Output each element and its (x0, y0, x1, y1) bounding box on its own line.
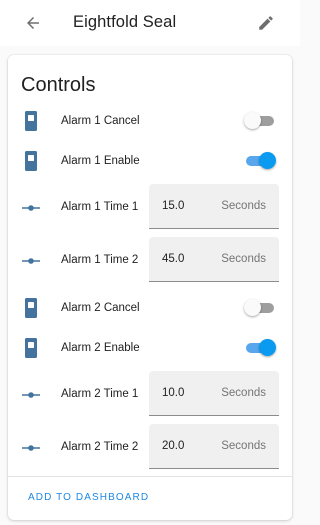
row-label: Alarm 2 Time 1 (61, 388, 139, 400)
edit-button[interactable] (253, 11, 279, 35)
slider-icon (21, 198, 41, 218)
alarm-2-enable-toggle[interactable] (244, 338, 276, 358)
row-label: Alarm 1 Time 2 (61, 254, 139, 266)
row-label: Alarm 1 Time 1 (61, 201, 139, 213)
card-divider (8, 476, 292, 477)
number-row-alarm-2-time-2: Alarm 2 Time 2 20.0 Seconds (8, 424, 292, 471)
number-row-alarm-1-time-1: Alarm 1 Time 1 15.0 Seconds (8, 184, 292, 231)
switch-row-alarm-2-cancel: Alarm 2 Cancel (8, 295, 292, 321)
slider-icon (21, 385, 41, 405)
top-app-bar: Eightfold Seal (0, 0, 300, 46)
switch-row-alarm-1-cancel: Alarm 1 Cancel (8, 108, 292, 134)
number-row-alarm-2-time-1: Alarm 2 Time 1 10.0 Seconds (8, 371, 292, 418)
door-switch-icon (21, 338, 41, 358)
number-row-alarm-1-time-2: Alarm 1 Time 2 45.0 Seconds (8, 237, 292, 284)
switch-row-alarm-1-enable: Alarm 1 Enable (8, 148, 292, 174)
input-value: 45.0 (162, 253, 185, 265)
row-label: Alarm 2 Time 2 (61, 441, 139, 453)
back-button[interactable] (20, 11, 46, 35)
door-switch-icon (21, 111, 41, 131)
toggle-thumb (244, 112, 261, 129)
unit-label: Seconds (221, 387, 266, 399)
toggle-thumb (259, 339, 276, 356)
alarm-1-time-1-input[interactable]: 15.0 Seconds (149, 184, 279, 229)
alarm-1-enable-toggle[interactable] (244, 151, 276, 171)
toggle-thumb (244, 299, 261, 316)
unit-label: Seconds (221, 440, 266, 452)
slider-icon (21, 251, 41, 271)
slider-icon (21, 438, 41, 458)
alarm-2-time-2-input[interactable]: 20.0 Seconds (149, 424, 279, 469)
toggle-thumb (259, 152, 276, 169)
input-value: 10.0 (162, 387, 185, 399)
alarm-2-time-1-input[interactable]: 10.0 Seconds (149, 371, 279, 416)
row-label: Alarm 2 Enable (61, 342, 140, 354)
door-switch-icon (21, 151, 41, 171)
add-to-dashboard-button[interactable]: ADD TO DASHBOARD (28, 492, 149, 503)
unit-label: Seconds (221, 253, 266, 265)
input-value: 15.0 (162, 200, 185, 212)
input-value: 20.0 (162, 440, 185, 452)
alarm-1-time-2-input[interactable]: 45.0 Seconds (149, 237, 279, 282)
pencil-icon (259, 16, 273, 30)
page-title: Eightfold Seal (73, 13, 177, 31)
unit-label: Seconds (221, 200, 266, 212)
row-label: Alarm 1 Cancel (61, 115, 140, 127)
controls-card: Controls Alarm 1 Cancel Alarm 1 Enable A… (8, 55, 292, 520)
switch-row-alarm-2-enable: Alarm 2 Enable (8, 335, 292, 361)
row-label: Alarm 2 Cancel (61, 302, 140, 314)
arrow-left-icon (27, 17, 39, 29)
door-switch-icon (21, 298, 41, 318)
alarm-1-cancel-toggle[interactable] (244, 111, 276, 131)
alarm-2-cancel-toggle[interactable] (244, 298, 276, 318)
card-title: Controls (21, 74, 96, 96)
row-label: Alarm 1 Enable (61, 155, 140, 167)
